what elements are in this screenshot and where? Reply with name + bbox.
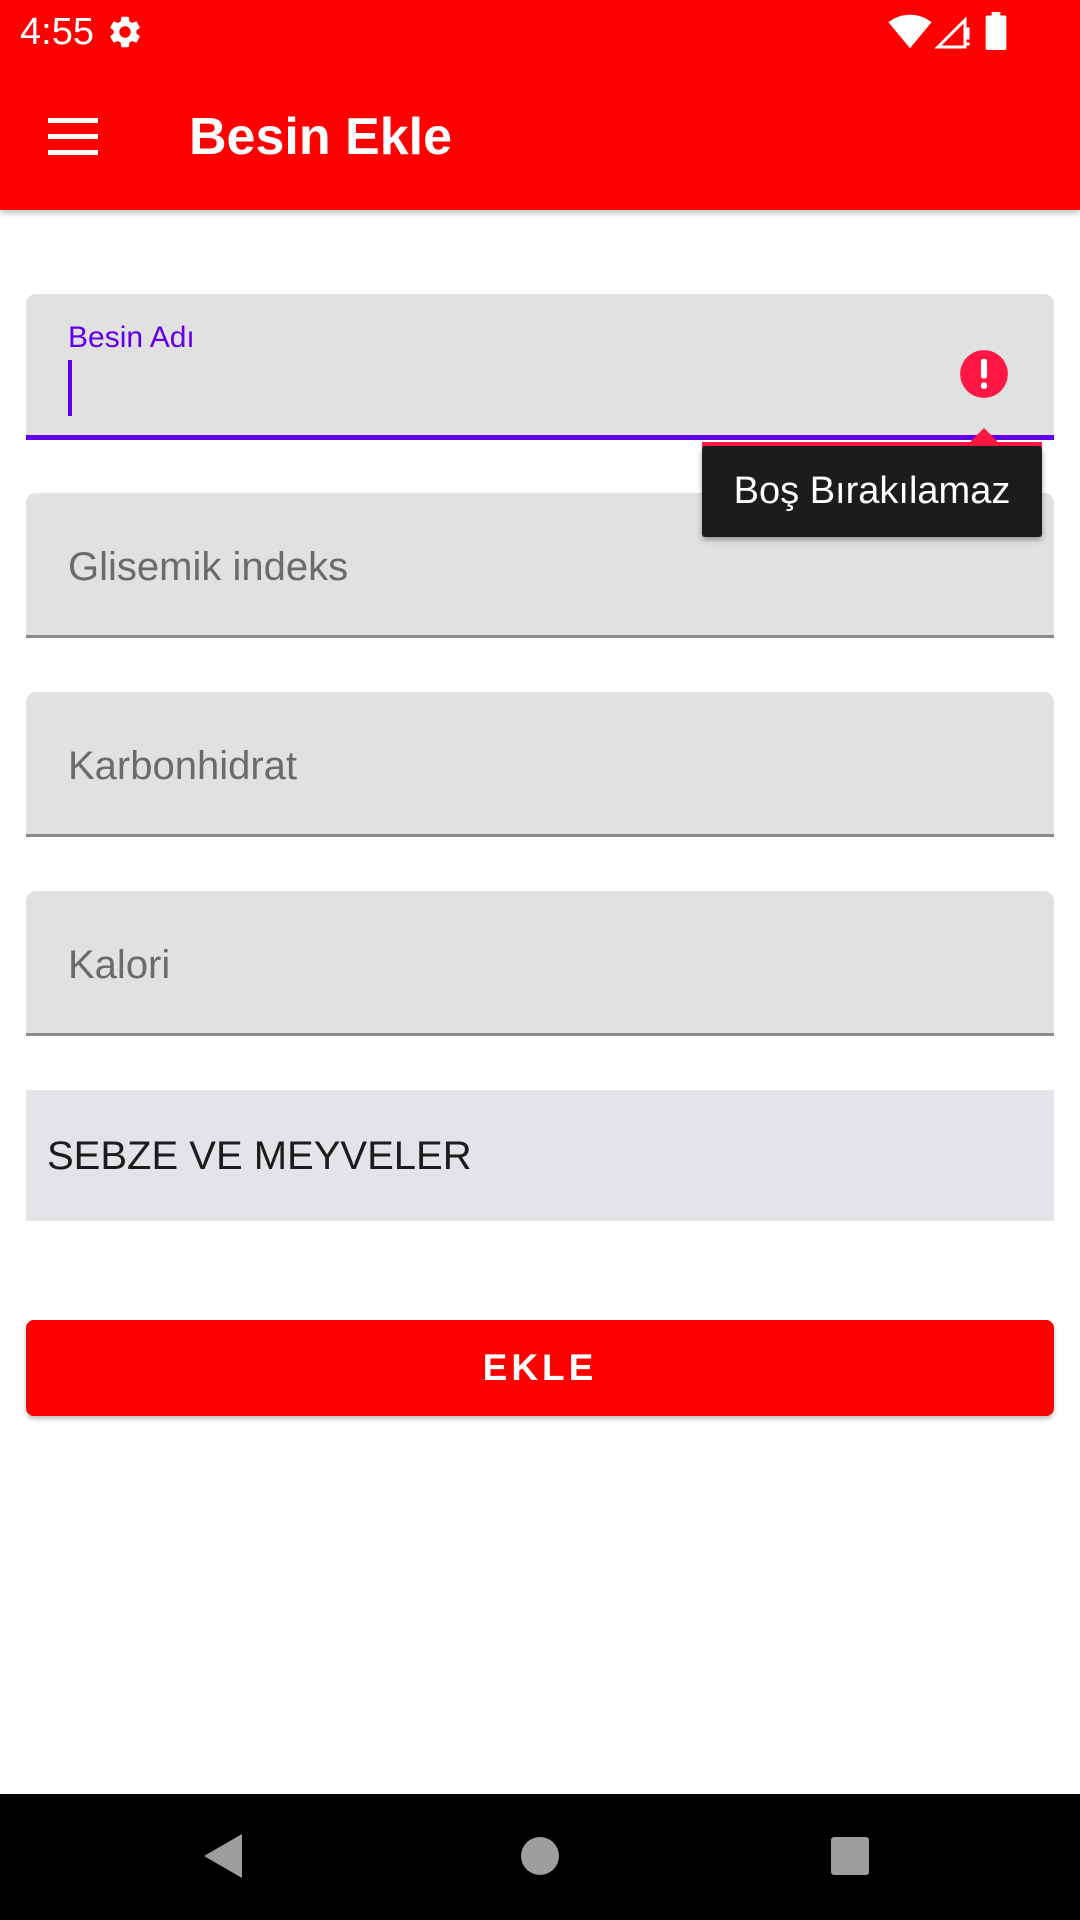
calorie-placeholder: Kalori [68, 943, 171, 987]
battery-icon [985, 12, 1007, 50]
app-bar: Besin Ekle [0, 63, 1080, 210]
recents-icon[interactable] [830, 1836, 870, 1876]
food-name-field[interactable]: Besin Adı [26, 294, 1054, 440]
text-cursor [68, 360, 72, 416]
error-tooltip: Boş Bırakılamaz [702, 446, 1042, 537]
status-bar: 4:55 [0, 0, 1080, 63]
signal-icon [934, 16, 970, 49]
glycemic-index-placeholder: Glisemik indeks [68, 545, 349, 589]
error-icon [960, 350, 1008, 398]
wifi-icon [888, 14, 932, 49]
carbohydrate-field[interactable]: Karbonhidrat [26, 692, 1054, 837]
gear-icon [110, 16, 140, 48]
back-icon[interactable] [202, 1832, 244, 1880]
page-title: Besin Ekle [189, 108, 453, 166]
food-name-label: Besin Adı [68, 321, 195, 354]
status-time: 4:55 [20, 11, 94, 53]
calorie-field[interactable]: Kalori [26, 891, 1054, 1036]
home-icon[interactable] [520, 1836, 560, 1876]
carbohydrate-placeholder: Karbonhidrat [68, 744, 298, 788]
category-spinner[interactable]: SEBZE VE MEYVELER [26, 1090, 1054, 1221]
screen: 4:55 Besin Ekle Besin Adı Glisemik indek… [0, 0, 1080, 1920]
navigation-bar [0, 1794, 1080, 1920]
category-selected-value: SEBZE VE MEYVELER [47, 1134, 472, 1178]
add-button[interactable]: EKLE [26, 1320, 1054, 1416]
hamburger-menu-icon[interactable] [42, 112, 104, 162]
